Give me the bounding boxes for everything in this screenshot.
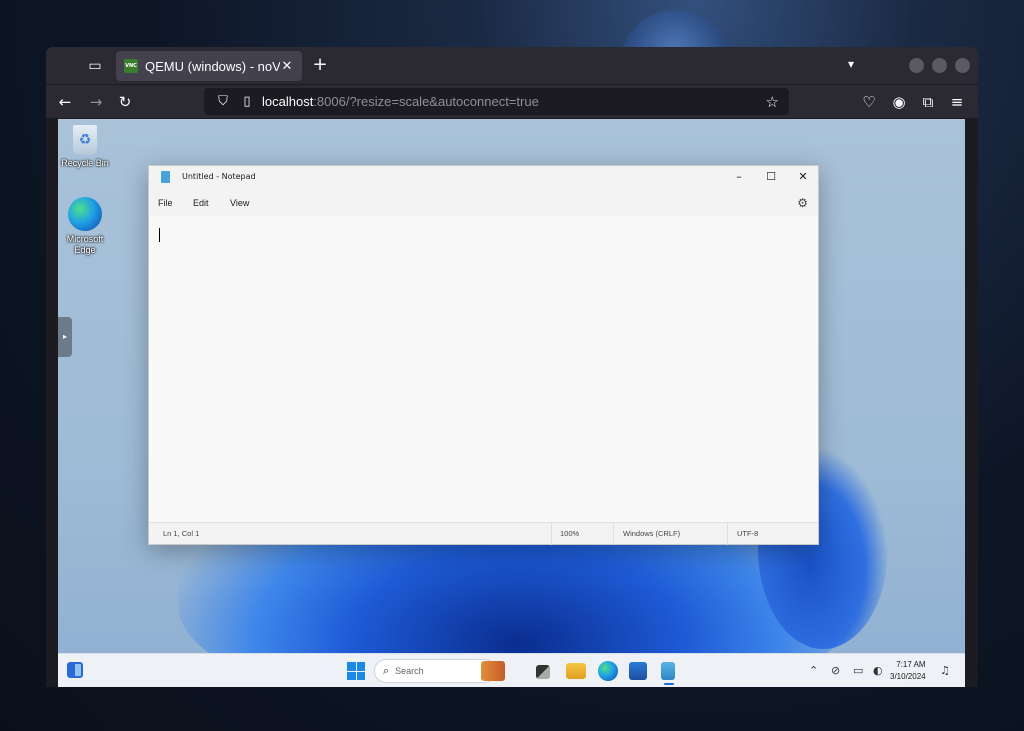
status-divider bbox=[613, 523, 614, 545]
start-button[interactable] bbox=[346, 661, 366, 681]
tab-qemu[interactable]: VNC QEMU (windows) - noVNC ✕ bbox=[116, 51, 302, 81]
status-divider bbox=[727, 523, 728, 545]
taskbar-clock[interactable]: 7:17 AM 3/10/2024 bbox=[890, 659, 926, 683]
notepad-minimize-button[interactable]: – bbox=[731, 170, 747, 184]
notepad-titlebar[interactable]: Untitled - Notepad – ☐ ✕ bbox=[149, 166, 818, 188]
status-line-ending: Windows (CRLF) bbox=[623, 529, 681, 538]
notepad-maximize-button[interactable]: ☐ bbox=[763, 170, 779, 184]
show-hidden-icons-icon[interactable]: ⌃ bbox=[809, 664, 818, 677]
maximize-window-button[interactable] bbox=[932, 58, 947, 73]
notepad-window: Untitled - Notepad – ☐ ✕ File Edit View … bbox=[148, 165, 819, 545]
notepad-text-area[interactable] bbox=[149, 216, 818, 524]
vnc-favicon-icon: VNC bbox=[124, 59, 138, 73]
desktop-icon-recycle-bin[interactable]: ♻ Recycle Bin bbox=[58, 125, 115, 169]
file-explorer-icon[interactable] bbox=[566, 663, 586, 679]
notifications-icon[interactable]: ♫ bbox=[940, 664, 950, 677]
status-zoom: 100% bbox=[560, 529, 580, 538]
shield-icon[interactable]: ⛉ bbox=[214, 94, 232, 109]
close-window-button[interactable] bbox=[955, 58, 970, 73]
notepad-statusbar: Ln 1, Col 1 100% Windows (CRLF) UTF-8 bbox=[149, 522, 818, 545]
url-text[interactable]: localhost:8006/?resize=scale&autoconnect… bbox=[262, 94, 766, 109]
firefox-window: ▭ VNC QEMU (windows) - noVNC ✕ + ▾ ← → ↻… bbox=[46, 47, 978, 687]
edge-icon bbox=[68, 197, 102, 231]
novnc-control-bar-handle[interactable]: ▸ bbox=[58, 317, 72, 357]
notepad-menubar: File Edit View ⚙ bbox=[149, 194, 818, 214]
page-info-icon[interactable]: ▯ bbox=[238, 94, 256, 109]
status-divider bbox=[551, 523, 552, 545]
text-caret bbox=[159, 228, 160, 242]
extensions-icon[interactable]: ⧉ bbox=[918, 92, 938, 112]
notepad-close-button[interactable]: ✕ bbox=[795, 170, 811, 184]
back-icon[interactable]: ← bbox=[55, 92, 75, 112]
status-encoding: UTF-8 bbox=[737, 529, 759, 538]
status-position: Ln 1, Col 1 bbox=[163, 529, 200, 538]
desktop-icon-label: Microsoft Edge bbox=[66, 234, 104, 255]
display-icon[interactable]: ▭ bbox=[853, 664, 863, 677]
clock-time: 7:17 AM bbox=[896, 660, 926, 669]
active-app-indicator bbox=[664, 683, 674, 685]
widgets-icon[interactable] bbox=[67, 662, 83, 678]
settings-gear-icon[interactable]: ⚙ bbox=[797, 196, 808, 210]
desktop-icon-edge[interactable]: Microsoft Edge bbox=[58, 197, 115, 256]
menu-edit[interactable]: Edit bbox=[193, 198, 209, 208]
edge-taskbar-icon[interactable] bbox=[598, 661, 618, 681]
volume-icon[interactable]: ◐ bbox=[873, 664, 883, 677]
network-icon[interactable]: ⊘ bbox=[831, 664, 840, 677]
desktop-icon-label: Recycle Bin bbox=[61, 158, 109, 168]
forward-icon[interactable]: → bbox=[86, 92, 106, 112]
url-bar[interactable]: ⛉ ▯ localhost:8006/?resize=scale&autocon… bbox=[204, 88, 789, 115]
recycle-bin-icon: ♻ bbox=[73, 125, 97, 155]
clock-date: 3/10/2024 bbox=[890, 672, 926, 681]
list-all-tabs-icon[interactable]: ▾ bbox=[848, 57, 854, 71]
taskbar-search[interactable]: ⌕ Search bbox=[374, 659, 505, 683]
search-icon: ⌕ bbox=[383, 664, 390, 677]
tab-bar: ▭ VNC QEMU (windows) - noVNC ✕ + ▾ bbox=[46, 47, 978, 84]
menu-file[interactable]: File bbox=[158, 198, 173, 208]
minimize-window-button[interactable] bbox=[909, 58, 924, 73]
search-highlight-icon bbox=[481, 661, 505, 681]
menu-icon[interactable]: ≡ bbox=[947, 92, 967, 112]
reload-icon[interactable]: ↻ bbox=[115, 92, 135, 112]
store-icon[interactable] bbox=[629, 662, 647, 680]
bookmark-star-icon[interactable]: ☆ bbox=[766, 93, 779, 111]
account-icon[interactable]: ◉ bbox=[889, 92, 909, 112]
notepad-title: Untitled - Notepad bbox=[182, 172, 256, 181]
search-placeholder: Search bbox=[395, 666, 424, 676]
new-tab-button[interactable]: + bbox=[310, 55, 330, 75]
notepad-taskbar-icon[interactable] bbox=[661, 662, 675, 680]
windows-taskbar: ⌕ Search ⌃ ⊘ ▭ ◐ 7:17 AM 3/10/2024 ♫ bbox=[58, 653, 965, 687]
task-view-icon[interactable] bbox=[536, 665, 550, 679]
tab-manager-icon[interactable]: ▭ bbox=[86, 57, 104, 75]
tab-close-icon[interactable]: ✕ bbox=[280, 59, 294, 74]
tab-title: QEMU (windows) - noVNC bbox=[145, 58, 280, 74]
menu-view[interactable]: View bbox=[230, 198, 249, 208]
notepad-icon bbox=[161, 171, 170, 183]
nav-bar: ← → ↻ ⛉ ▯ localhost:8006/?resize=scale&a… bbox=[46, 84, 978, 118]
pocket-icon[interactable]: ♡ bbox=[859, 92, 879, 112]
vnc-viewport[interactable]: ▸ ♻ Recycle Bin Microsoft Edge Untitled … bbox=[58, 119, 965, 687]
